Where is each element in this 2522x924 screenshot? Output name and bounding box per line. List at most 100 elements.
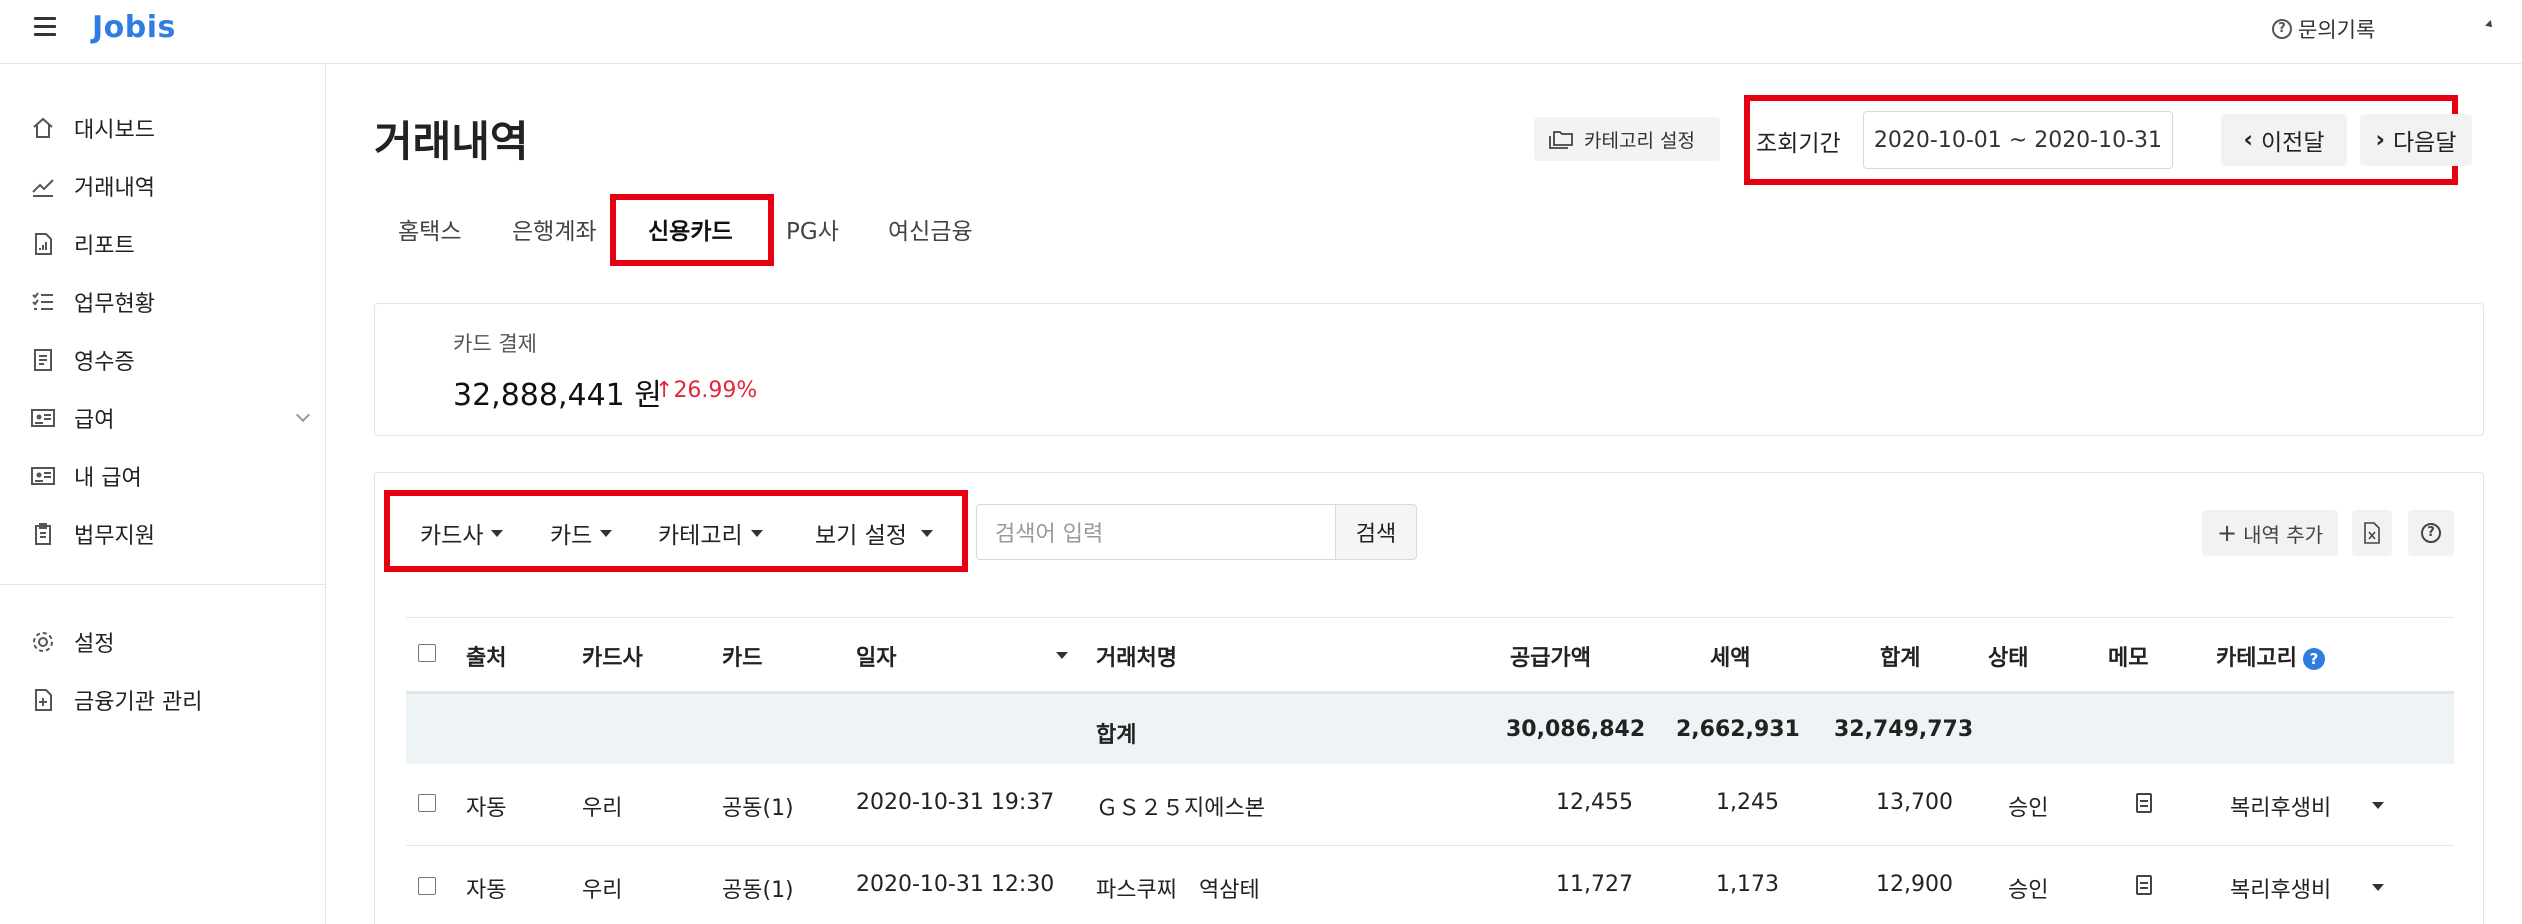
excel-download-button[interactable] — [2352, 510, 2392, 556]
sidebar-item-my-payroll[interactable]: 내 급여 — [30, 456, 310, 496]
sidebar-item-label: 리포트 — [74, 234, 135, 259]
sidebar-item-label: 영수증 — [74, 350, 135, 375]
column-header-tax[interactable]: 세액 — [1710, 640, 1750, 672]
cell-tax: 1,245 — [1716, 790, 1779, 815]
total-tax: 2,662,931 — [1676, 717, 1800, 742]
inquiry-history-link[interactable]: ? 문의기록 — [2272, 14, 2375, 44]
sidebar-item-payroll[interactable]: 급여 — [30, 398, 311, 438]
column-header-sum[interactable]: 합계 — [1880, 640, 1920, 672]
total-supply: 30,086,842 — [1506, 717, 1646, 742]
category-caret-icon[interactable] — [2372, 802, 2384, 809]
cell-supply: 12,455 — [1556, 790, 1633, 815]
card-filter[interactable]: 카드 — [550, 516, 613, 550]
sidebar-item-financial-institutions[interactable]: 금융기관 관리 — [30, 680, 310, 720]
category-filter[interactable]: 카테고리 — [658, 516, 763, 550]
cell-card-company: 우리 — [582, 796, 623, 821]
sort-caret-icon[interactable] — [1056, 652, 1068, 659]
add-entry-button[interactable]: + 내역 추가 — [2202, 510, 2338, 556]
search-input[interactable]: 검색어 입력 — [976, 504, 1336, 560]
corner-caret-icon[interactable] — [2485, 20, 2495, 30]
summary-card: 카드 결제 32,888,441 원 ↑26.99% — [374, 303, 2484, 436]
sidebar-item-label: 업무현황 — [74, 292, 155, 317]
sidebar-item-label: 급여 — [74, 408, 115, 433]
cell-supply: 11,727 — [1556, 872, 1633, 897]
column-header-memo[interactable]: 메모 — [2108, 640, 2148, 672]
category-setting-label: 카테고리 설정 — [1584, 129, 1695, 152]
page-title: 거래내역 — [374, 117, 529, 166]
caret-down-icon — [750, 529, 763, 537]
cell-source: 자동 — [466, 878, 507, 903]
filter-label: 카드 — [550, 523, 593, 549]
row-checkbox[interactable] — [418, 794, 436, 812]
top-bar: Jobis ? 문의기록 — [0, 0, 2522, 64]
view-settings-filter[interactable]: 보기 설정 — [815, 516, 933, 550]
column-header-category[interactable]: 카테고리? — [2216, 640, 2325, 672]
column-header-source[interactable]: 출처 — [466, 640, 506, 672]
report-icon — [35, 233, 52, 255]
memo-icon[interactable] — [2136, 793, 2152, 813]
help-icon[interactable]: ? — [2302, 648, 2325, 670]
help-button[interactable]: ? — [2408, 510, 2454, 556]
app-logo[interactable]: Jobis — [92, 10, 176, 45]
cell-card-company: 우리 — [582, 878, 623, 903]
row-checkbox[interactable] — [418, 877, 436, 895]
sidebar-item-label: 법무지원 — [74, 524, 155, 549]
cell-category[interactable]: 복리후생비 — [2230, 790, 2331, 822]
date-range-input[interactable]: 2020-10-01 ~ 2020-10-31 — [1863, 111, 2173, 169]
tab-hometax[interactable]: 홈택스 — [398, 212, 461, 246]
question-circle-icon: ? — [2421, 523, 2441, 543]
sidebar-item-work-status[interactable]: 업무현황 — [30, 282, 310, 322]
caret-down-icon — [491, 529, 504, 537]
sidebar-divider — [0, 584, 326, 585]
plus-icon: + — [2216, 519, 2238, 547]
id-card-icon — [31, 409, 55, 427]
total-row — [406, 694, 2454, 764]
column-header-date[interactable]: 일자 — [856, 640, 896, 672]
checklist-icon — [32, 292, 53, 310]
summary-amount: 32,888,441 원 — [453, 378, 662, 413]
tab-credit-card[interactable]: 신용카드 — [648, 212, 733, 246]
sidebar-item-transactions[interactable]: 거래내역 — [30, 166, 310, 206]
summary-change-value: 26.99% — [673, 378, 758, 403]
card-company-filter[interactable]: 카드사 — [420, 516, 504, 550]
summary-change: ↑26.99% — [655, 378, 757, 403]
sidebar-item-dashboard[interactable]: 대시보드 — [30, 108, 310, 148]
chevron-right-icon: › — [2375, 127, 2385, 153]
chevron-left-icon: ‹ — [2243, 127, 2253, 153]
receipt-icon — [34, 349, 52, 371]
sidebar-item-receipt[interactable]: 영수증 — [30, 340, 310, 380]
excel-file-icon — [2364, 522, 2380, 544]
hamburger-menu-icon[interactable] — [34, 17, 56, 39]
sidebar-item-settings[interactable]: 설정 — [30, 622, 310, 662]
column-header-supply[interactable]: 공급가액 — [1510, 640, 1591, 672]
cell-date: 2020-10-31 19:37 — [856, 790, 1055, 815]
tab-credit-finance[interactable]: 여신금융 — [888, 212, 973, 246]
memo-icon[interactable] — [2136, 875, 2152, 895]
column-header-merchant[interactable]: 거래처명 — [1096, 640, 1177, 672]
column-header-card[interactable]: 카드 — [722, 640, 762, 672]
column-header-status[interactable]: 상태 — [1988, 640, 2028, 672]
tab-pg[interactable]: PG사 — [786, 212, 839, 246]
select-all-checkbox[interactable] — [418, 644, 436, 662]
column-header-card-company[interactable]: 카드사 — [582, 640, 643, 672]
category-setting-button[interactable]: 카테고리 설정 — [1534, 117, 1720, 161]
sidebar-item-report[interactable]: 리포트 — [30, 224, 310, 264]
cell-card: 공동(1) — [722, 878, 794, 903]
next-month-button[interactable]: › 다음달 — [2360, 114, 2472, 166]
sidebar-item-label: 대시보드 — [74, 118, 155, 143]
tab-bank-account[interactable]: 은행계좌 — [512, 212, 597, 246]
add-entry-label: 내역 추가 — [2243, 522, 2324, 547]
prev-month-button[interactable]: ‹ 이전달 — [2221, 114, 2347, 166]
search-button[interactable]: 검색 — [1335, 504, 1417, 560]
gear-icon — [33, 632, 53, 652]
prev-month-label: 이전달 — [2261, 130, 2325, 156]
chevron-down-icon[interactable] — [295, 407, 311, 423]
folders-icon — [1549, 131, 1573, 149]
question-circle-icon: ? — [2272, 19, 2292, 39]
clipboard-icon — [35, 523, 51, 545]
cell-category[interactable]: 복리후생비 — [2230, 872, 2331, 904]
trend-icon — [32, 179, 54, 197]
sidebar-item-label: 거래내역 — [74, 176, 155, 201]
category-caret-icon[interactable] — [2372, 884, 2384, 891]
sidebar-item-legal-support[interactable]: 법무지원 — [30, 514, 310, 554]
